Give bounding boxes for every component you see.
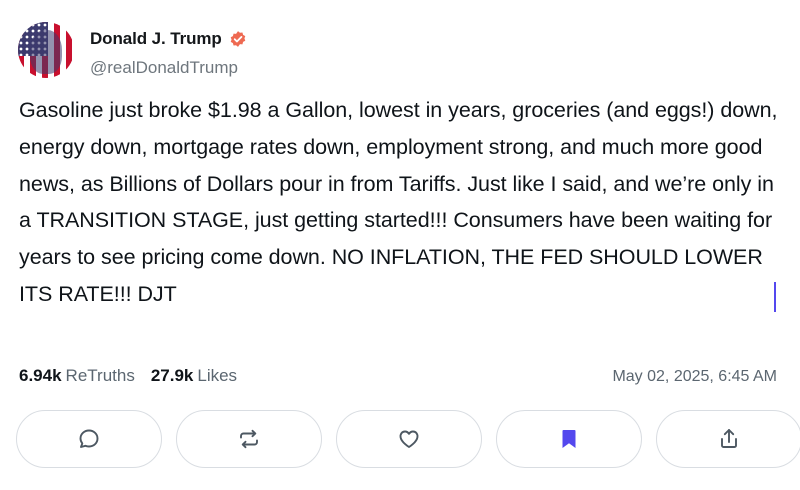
- engagement-stats: 6.94k ReTruths 27.9k Likes: [19, 366, 237, 386]
- bookmark-icon: [562, 430, 576, 448]
- post-timestamp[interactable]: May 02, 2025, 6:45 AM: [612, 368, 777, 386]
- likes-stat[interactable]: 27.9k Likes: [151, 366, 237, 386]
- like-button[interactable]: [336, 410, 482, 468]
- verified-badge-icon: [230, 31, 245, 47]
- share-icon: [721, 429, 737, 448]
- comment-icon: [79, 429, 99, 448]
- retruths-stat[interactable]: 6.94k ReTruths: [19, 366, 135, 386]
- avatar-face: [30, 30, 62, 74]
- author-handle[interactable]: @realDonaldTrump: [90, 58, 238, 78]
- likes-label: Likes: [197, 366, 238, 385]
- share-button[interactable]: [656, 410, 800, 468]
- author-display-name[interactable]: Donald J. Trump: [90, 29, 222, 49]
- text-cursor: [774, 282, 776, 312]
- action-bar: [16, 410, 800, 468]
- post-body-text: Gasoline just broke $1.98 a Gallon, lowe…: [19, 98, 778, 306]
- bookmark-button[interactable]: [496, 410, 642, 468]
- retruth-button[interactable]: [176, 410, 322, 468]
- retruths-label: ReTruths: [65, 366, 135, 385]
- heart-icon: [399, 430, 419, 448]
- likes-count: 27.9k: [150, 366, 194, 385]
- avatar[interactable]: [18, 22, 74, 78]
- retruths-count: 6.94k: [19, 366, 62, 385]
- reply-button[interactable]: [16, 410, 162, 468]
- repost-icon: [240, 429, 258, 449]
- author-name-row: Donald J. Trump: [90, 29, 247, 49]
